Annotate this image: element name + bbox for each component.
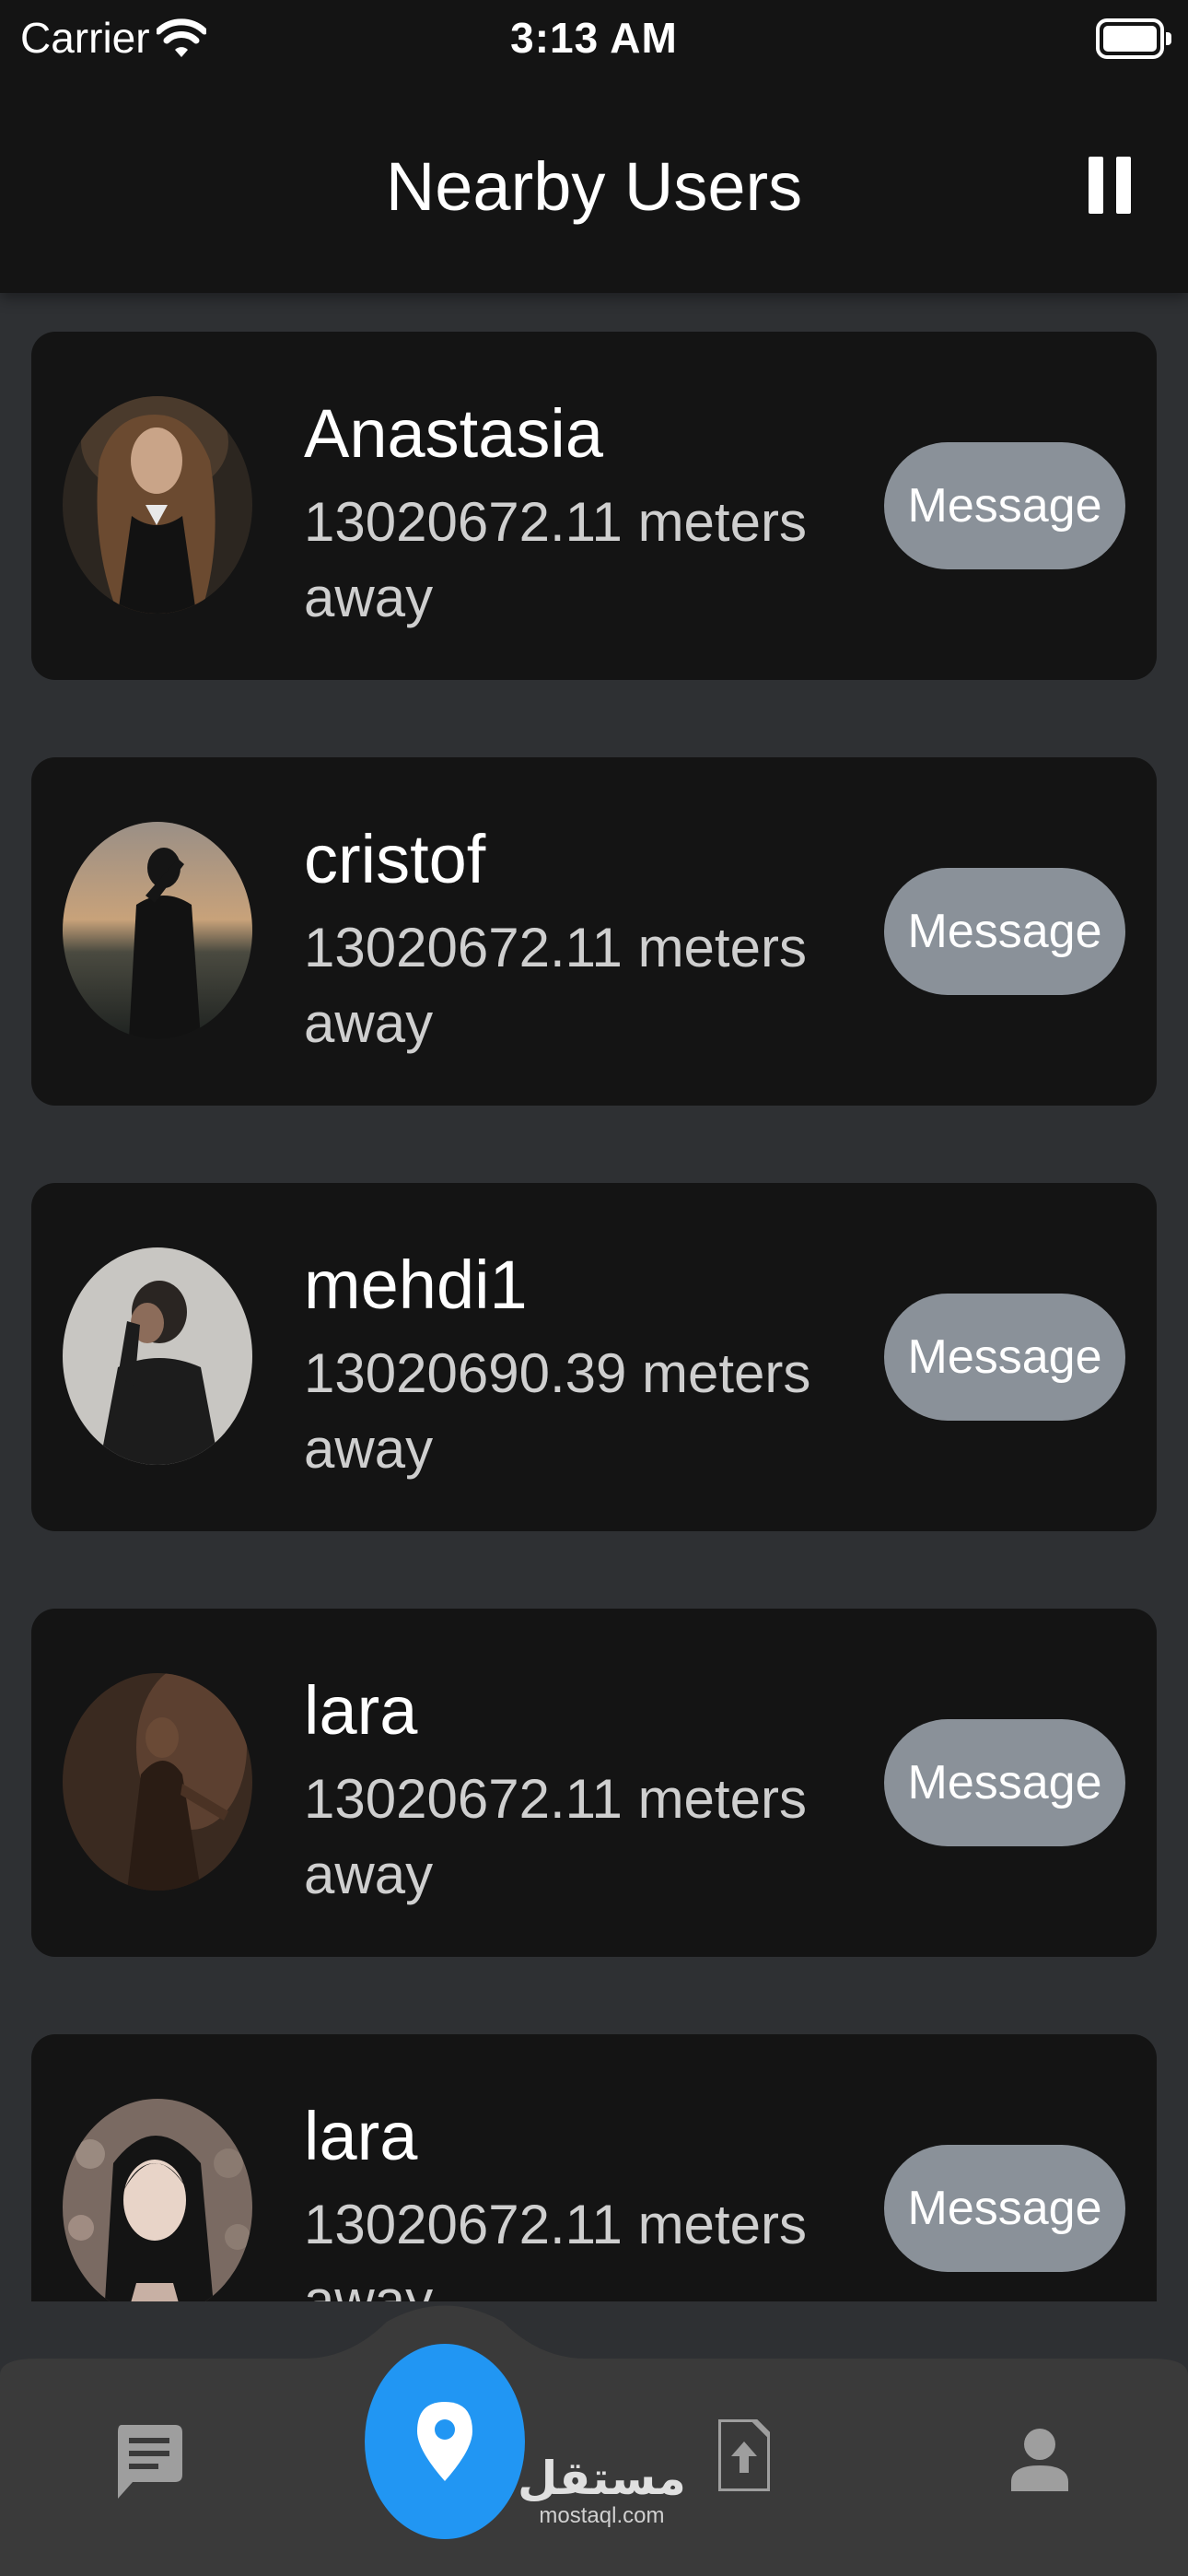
status-time: 3:13 AM bbox=[510, 14, 678, 62]
user-distance: 13020672.11 meters away bbox=[304, 1768, 807, 1905]
user-distance: 13020690.39 meters away bbox=[304, 1342, 811, 1480]
top-bar: Carrier 3:13 AM Nearby Users bbox=[0, 0, 1188, 293]
bottom-navigation: مستقل mostaql.com bbox=[0, 2303, 1188, 2576]
pause-icon[interactable] bbox=[1089, 157, 1131, 214]
user-distance: 13020672.11 meters away bbox=[304, 491, 807, 628]
user-card[interactable]: mehdi1 13020690.39 meters away Message bbox=[31, 1183, 1157, 1531]
user-name: mehdi1 bbox=[304, 1247, 528, 1323]
avatar bbox=[63, 1247, 252, 1465]
avatar bbox=[63, 1673, 252, 1891]
message-button[interactable]: Message bbox=[884, 1294, 1125, 1421]
user-name: cristof bbox=[304, 821, 486, 897]
location-pin-icon bbox=[417, 2402, 472, 2481]
user-card[interactable]: lara 13020672.11 meters away Message bbox=[31, 2034, 1157, 2301]
user-card[interactable]: Anastasia 13020672.11 meters away Messag… bbox=[31, 332, 1157, 680]
user-card[interactable]: lara 13020672.11 meters away Message bbox=[31, 1609, 1157, 1957]
file-upload-icon[interactable] bbox=[718, 2419, 770, 2491]
user-distance: 13020672.11 meters away bbox=[304, 917, 807, 1054]
watermark-latin: mostaql.com bbox=[539, 2503, 665, 2528]
watermark-arabic: مستقل bbox=[518, 2452, 686, 2505]
watermark: مستقل mostaql.com bbox=[518, 2453, 686, 2528]
user-name: lara bbox=[304, 1672, 418, 1749]
person-icon[interactable] bbox=[1011, 2429, 1068, 2491]
user-card[interactable]: cristof 13020672.11 meters away Message bbox=[31, 757, 1157, 1106]
message-button[interactable]: Message bbox=[884, 442, 1125, 569]
user-distance: 13020672.11 meters away bbox=[304, 2194, 807, 2301]
page-title: Nearby Users bbox=[385, 148, 803, 225]
avatar bbox=[63, 822, 252, 1039]
user-name: Anastasia bbox=[304, 395, 603, 472]
avatar bbox=[63, 396, 252, 614]
nearby-users-screen: Carrier 3:13 AM Nearby Users Anastasia 1… bbox=[0, 0, 1188, 2576]
location-fab[interactable] bbox=[365, 2344, 525, 2539]
user-name: lara bbox=[304, 2098, 418, 2174]
message-button[interactable]: Message bbox=[884, 2145, 1125, 2272]
avatar bbox=[63, 2099, 252, 2301]
message-button[interactable]: Message bbox=[884, 1719, 1125, 1846]
user-list[interactable]: Anastasia 13020672.11 meters away Messag… bbox=[0, 293, 1188, 2301]
message-button[interactable]: Message bbox=[884, 868, 1125, 995]
battery-icon bbox=[1096, 18, 1171, 59]
chat-icon[interactable] bbox=[114, 2425, 182, 2500]
